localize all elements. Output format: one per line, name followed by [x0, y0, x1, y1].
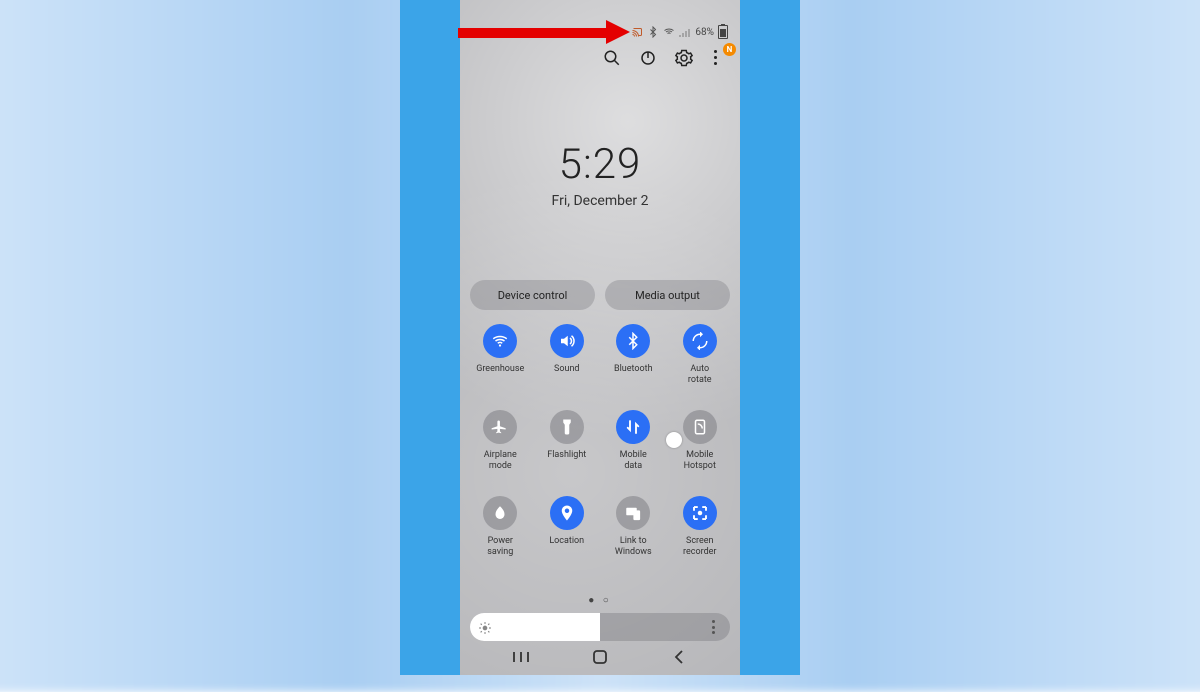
brightness-slider[interactable]	[470, 613, 730, 641]
tile-airplane[interactable]: Airplane mode	[470, 410, 531, 472]
tile-label: Mobile Hotspot	[684, 450, 716, 472]
clock-time: 5:29	[460, 140, 740, 189]
wifi-icon	[663, 26, 675, 38]
panel-top-actions: N	[602, 48, 728, 68]
tile-flashlight[interactable]: Flashlight	[537, 410, 598, 472]
tile-wifi[interactable]: Greenhouse	[470, 324, 531, 386]
tile-label: Sound	[554, 364, 579, 386]
annotation-arrow	[458, 20, 633, 46]
quick-settings-grid: Greenhouse Sound Bluetooth Auto rotate Airpl…	[470, 324, 730, 558]
mobile-data-icon	[616, 410, 650, 444]
device-control-button[interactable]: Device control	[470, 280, 595, 310]
clock-date: Fri, December 2	[460, 193, 740, 209]
frame-bar-left	[400, 0, 460, 675]
tile-auto-rotate[interactable]: Auto rotate	[670, 324, 731, 386]
tile-mobile-data[interactable]: Mobile data	[603, 410, 664, 472]
screen-rec-icon	[683, 496, 717, 530]
tile-label: Power saving	[487, 536, 513, 558]
sound-icon	[550, 324, 584, 358]
notification-badge: N	[723, 43, 736, 56]
nav-back-button[interactable]	[661, 647, 697, 667]
search-button[interactable]	[602, 48, 622, 68]
tile-screen-rec[interactable]: Screen recorder	[670, 496, 731, 558]
clock-block: 5:29 Fri, December 2	[460, 140, 740, 209]
media-output-button[interactable]: Media output	[605, 280, 730, 310]
flashlight-icon	[550, 410, 584, 444]
tile-label: Link to Windows	[615, 536, 652, 558]
airplane-icon	[483, 410, 517, 444]
signal-icon	[679, 27, 691, 37]
more-button[interactable]: N	[710, 49, 728, 67]
tile-location[interactable]: Location	[537, 496, 598, 558]
power-button[interactable]	[638, 48, 658, 68]
frame-bar-right	[740, 0, 800, 675]
tile-label: Airplane mode	[484, 450, 517, 472]
tile-label: Bluetooth	[614, 364, 653, 386]
status-bar: 68%	[631, 24, 728, 40]
hotspot-toggle-dot	[666, 432, 682, 448]
page-indicator: ● ○	[460, 595, 740, 606]
tile-label: Mobile data	[620, 450, 647, 472]
phone-screen: 68% N 5:29 Fri, December 2 Device contro…	[460, 0, 740, 675]
location-icon	[550, 496, 584, 530]
tile-sound[interactable]: Sound	[537, 324, 598, 386]
wifi-icon	[483, 324, 517, 358]
bluetooth-icon	[647, 26, 659, 38]
power-saving-icon	[483, 496, 517, 530]
tile-power-saving[interactable]: Power saving	[470, 496, 531, 558]
settings-button[interactable]	[674, 48, 694, 68]
tile-label: Auto rotate	[688, 364, 712, 386]
tile-label: Greenhouse	[476, 364, 524, 386]
nav-recent-button[interactable]	[503, 647, 539, 667]
tile-label: Screen recorder	[683, 536, 716, 558]
tile-bluetooth[interactable]: Bluetooth	[603, 324, 664, 386]
brightness-more-button[interactable]	[706, 620, 720, 634]
tile-link-windows[interactable]: Link to Windows	[603, 496, 664, 558]
battery-icon	[718, 25, 728, 39]
auto-rotate-icon	[683, 324, 717, 358]
battery-percent-text: 68%	[695, 27, 714, 38]
cast-icon	[631, 26, 643, 38]
brightness-icon	[478, 620, 492, 634]
navigation-bar	[460, 645, 740, 669]
bluetooth-icon	[616, 324, 650, 358]
tile-label: Flashlight	[547, 450, 586, 472]
nav-home-button[interactable]	[582, 647, 618, 667]
tile-hotspot[interactable]: Mobile Hotspot	[670, 410, 731, 472]
tile-label: Location	[549, 536, 584, 558]
link-windows-icon	[616, 496, 650, 530]
hotspot-icon	[683, 410, 717, 444]
